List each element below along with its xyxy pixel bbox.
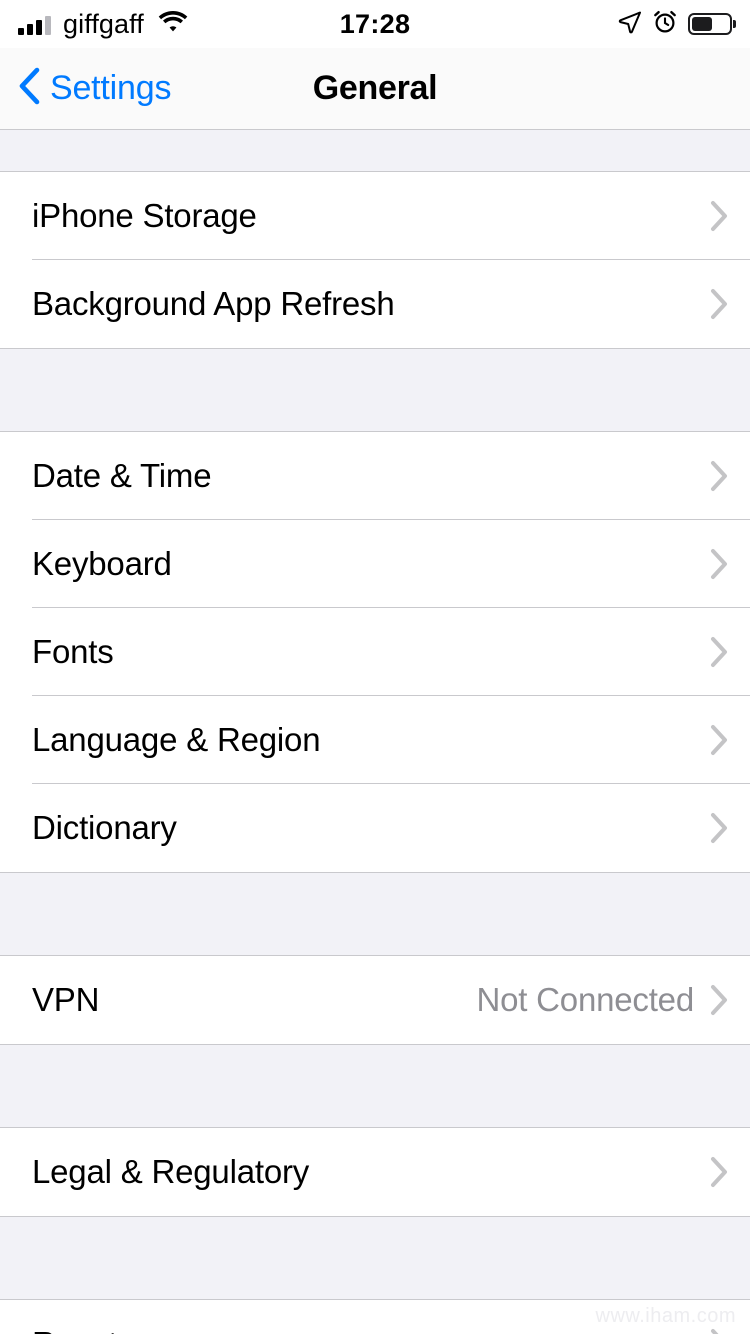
status-bar-right bbox=[618, 9, 732, 39]
row-background-app-refresh[interactable]: Background App Refresh bbox=[0, 260, 750, 348]
group-spacer-1 bbox=[0, 348, 750, 432]
settings-group-3: VPN Not Connected bbox=[0, 956, 750, 1044]
settings-group-1: iPhone Storage Background App Refresh bbox=[0, 172, 750, 348]
alarm-clock-icon bbox=[653, 9, 677, 39]
chevron-right-icon bbox=[710, 724, 728, 756]
group-spacer-3 bbox=[0, 1044, 750, 1128]
chevron-right-icon bbox=[710, 636, 728, 668]
status-bar-left: giffgaff bbox=[18, 9, 188, 40]
row-keyboard[interactable]: Keyboard bbox=[0, 520, 750, 608]
row-label: Fonts bbox=[32, 633, 114, 670]
chevron-right-icon bbox=[710, 984, 728, 1016]
row-legal-and-regulatory[interactable]: Legal & Regulatory bbox=[0, 1128, 750, 1216]
status-bar-clock: 17:28 bbox=[339, 8, 411, 39]
back-button[interactable]: Settings bbox=[0, 67, 171, 110]
group-spacer-2 bbox=[0, 872, 750, 956]
row-detail-value: Not Connected bbox=[476, 981, 694, 1018]
chevron-right-icon bbox=[710, 812, 728, 844]
row-label: Legal & Regulatory bbox=[32, 1153, 310, 1190]
location-arrow-icon bbox=[618, 10, 642, 39]
chevron-right-icon bbox=[710, 1156, 728, 1188]
row-label: VPN bbox=[32, 981, 100, 1018]
cellular-signal-icon bbox=[18, 13, 51, 35]
list-top-spacer bbox=[0, 130, 750, 172]
row-label: Date & Time bbox=[32, 457, 212, 494]
settings-group-4: Legal & Regulatory bbox=[0, 1128, 750, 1216]
row-label: Reset bbox=[32, 1325, 117, 1334]
chevron-right-icon bbox=[710, 288, 728, 320]
battery-icon bbox=[688, 13, 732, 35]
chevron-right-icon bbox=[710, 200, 728, 232]
row-label: Background App Refresh bbox=[32, 285, 395, 322]
chevron-right-icon bbox=[710, 460, 728, 492]
settings-list[interactable]: iPhone Storage Background App Refresh Da… bbox=[0, 130, 750, 1334]
carrier-name: giffgaff bbox=[63, 8, 144, 39]
group-spacer-4 bbox=[0, 1216, 750, 1300]
back-button-label: Settings bbox=[50, 69, 172, 107]
settings-general-screen: giffgaff 17:28 Settings General iPhone S… bbox=[0, 0, 750, 1334]
settings-group-2: Date & Time Keyboard Fonts Language & Re… bbox=[0, 432, 750, 872]
row-label: Keyboard bbox=[32, 545, 172, 582]
chevron-right-icon bbox=[710, 1328, 728, 1334]
navigation-bar: Settings General bbox=[0, 48, 750, 130]
chevron-right-icon bbox=[710, 548, 728, 580]
chevron-left-icon bbox=[18, 67, 40, 110]
row-vpn[interactable]: VPN Not Connected bbox=[0, 956, 750, 1044]
row-label: iPhone Storage bbox=[32, 197, 257, 234]
row-date-and-time[interactable]: Date & Time bbox=[0, 432, 750, 520]
row-label: Dictionary bbox=[32, 809, 177, 846]
settings-group-5: Reset bbox=[0, 1300, 750, 1334]
row-dictionary[interactable]: Dictionary bbox=[0, 784, 750, 872]
row-label: Language & Region bbox=[32, 721, 321, 758]
row-language-and-region[interactable]: Language & Region bbox=[0, 696, 750, 784]
status-bar: giffgaff 17:28 bbox=[0, 0, 750, 48]
wifi-icon bbox=[158, 10, 188, 38]
row-iphone-storage[interactable]: iPhone Storage bbox=[0, 172, 750, 260]
row-reset[interactable]: Reset bbox=[0, 1300, 750, 1334]
row-fonts[interactable]: Fonts bbox=[0, 608, 750, 696]
